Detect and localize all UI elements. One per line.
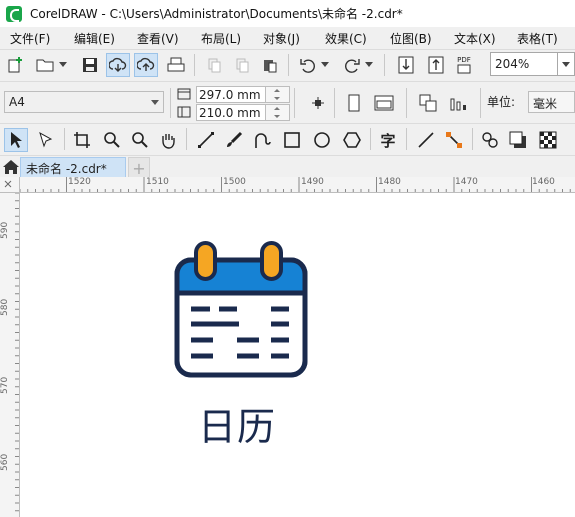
unit-select[interactable]: 毫米 (528, 91, 575, 113)
artistic-media-icon[interactable] (222, 128, 246, 152)
menu-effects[interactable]: 效果(C) (325, 30, 367, 47)
current-page-icon[interactable] (446, 91, 470, 115)
pick-tool-icon[interactable] (4, 128, 28, 152)
freehand-tool-icon[interactable] (194, 128, 218, 152)
zoom-out-icon[interactable] (128, 128, 152, 152)
coreldraw-logo-icon (6, 5, 22, 22)
toolbar-separator (472, 128, 473, 150)
vertical-ruler-ticks (15, 193, 19, 512)
menu-layout[interactable]: 布局(L) (201, 30, 241, 47)
transparency-tool-icon[interactable] (536, 128, 560, 152)
toolbar-separator (294, 88, 295, 118)
open-dropdown-icon[interactable] (56, 53, 70, 77)
page-height-icon (174, 103, 194, 121)
publish-pdf-icon[interactable]: PDF (452, 53, 476, 77)
dimension-tool-icon[interactable] (414, 128, 438, 152)
toolbox: 字 (0, 123, 575, 155)
standard-toolbar: PDF (0, 49, 575, 81)
redo-icon[interactable] (340, 53, 364, 77)
undo-icon[interactable] (296, 53, 320, 77)
cloud-upload-icon[interactable] (134, 53, 158, 77)
calendar-icon[interactable] (174, 240, 308, 378)
toolbar-separator (170, 88, 171, 118)
vertical-ruler[interactable]: 590 580 570 560 (0, 193, 20, 517)
toolbar-separator (186, 128, 187, 150)
horizontal-ruler-ticks (20, 177, 571, 192)
page-width-icon (174, 85, 194, 103)
menu-text[interactable]: 文本(X) (454, 30, 496, 47)
page-width-input[interactable]: 297.0 mm (196, 86, 266, 103)
connector-tool-icon[interactable] (442, 128, 466, 152)
menu-object[interactable]: 对象(J) (263, 30, 300, 47)
portrait-icon[interactable] (342, 91, 366, 115)
zoom-tool-icon[interactable] (100, 128, 124, 152)
redo-dropdown-icon[interactable] (362, 53, 376, 77)
polygon-tool-icon[interactable] (340, 128, 364, 152)
width-spinner[interactable] (266, 86, 290, 103)
menu-bitmaps[interactable]: 位图(B) (390, 30, 432, 47)
shape-tool-icon[interactable] (34, 128, 58, 152)
open-folder-icon[interactable] (34, 53, 58, 77)
ellipse-tool-icon[interactable] (310, 128, 334, 152)
document-tab-strip: 未命名 -2.cdr* + (0, 155, 575, 178)
print-icon[interactable] (164, 53, 188, 77)
home-icon[interactable] (2, 159, 20, 175)
undo-dropdown-icon[interactable] (318, 53, 332, 77)
ruler-corner[interactable] (0, 177, 20, 193)
calendar-label: 日历 (198, 405, 277, 449)
blend-tool-icon[interactable] (478, 128, 502, 152)
drop-shadow-icon[interactable] (506, 128, 530, 152)
landscape-icon[interactable] (372, 91, 396, 115)
menu-file[interactable]: 文件(F) (10, 30, 50, 47)
new-tab-button[interactable]: + (128, 157, 150, 178)
menu-edit[interactable]: 编辑(E) (74, 30, 115, 47)
toolbar-separator (370, 128, 371, 150)
bezier-pen-icon[interactable] (250, 128, 274, 152)
horizontal-ruler[interactable]: 1520 1510 1500 1490 1480 1470 1460 (20, 177, 575, 193)
toolbar-separator (406, 128, 407, 150)
toolbar-separator (288, 54, 289, 76)
title-bar: CorelDRAW - C:\Users\Administrator\Docum… (0, 0, 575, 27)
paste-icon[interactable] (258, 53, 282, 77)
menu-view[interactable]: 查看(V) (137, 30, 179, 47)
zoom-level-input[interactable]: 204% (490, 52, 558, 76)
crop-tool-icon[interactable] (70, 128, 94, 152)
zoom-dropdown-icon[interactable] (558, 52, 575, 76)
rectangle-tool-icon[interactable] (280, 128, 304, 152)
menu-table[interactable]: 表格(T) (517, 30, 558, 47)
menu-bar: 文件(F) 编辑(E) 查看(V) 布局(L) 对象(J) 效果(C) 位图(B… (0, 27, 575, 49)
unit-label: 单位: (487, 95, 516, 109)
toolbar-separator (334, 88, 335, 118)
save-icon[interactable] (78, 53, 102, 77)
pan-tool-icon[interactable] (156, 128, 180, 152)
pdf-label: PDF (457, 56, 471, 64)
tab-document[interactable]: 未命名 -2.cdr* (20, 157, 126, 178)
cut-icon[interactable] (202, 53, 226, 77)
export-icon[interactable] (424, 53, 448, 77)
copy-icon[interactable] (230, 53, 254, 77)
window-title: CorelDRAW - C:\Users\Administrator\Docum… (30, 7, 403, 21)
page-height-input[interactable]: 210.0 mm (196, 104, 266, 121)
toolbar-separator (406, 88, 407, 118)
page-size-select[interactable]: A4 (4, 91, 164, 113)
text-tool-icon[interactable]: 字 (376, 128, 400, 152)
page-options-icon[interactable] (306, 91, 330, 115)
toolbar-separator (480, 88, 481, 118)
toolbar-separator (64, 128, 65, 150)
text-tool-glyph: 字 (380, 131, 396, 150)
toolbar-separator (194, 54, 195, 76)
all-pages-icon[interactable] (416, 91, 440, 115)
import-icon[interactable] (394, 53, 418, 77)
height-spinner[interactable] (266, 104, 290, 121)
cloud-download-icon[interactable] (106, 53, 130, 77)
toolbar-separator (384, 54, 385, 76)
new-document-icon[interactable] (4, 53, 28, 77)
